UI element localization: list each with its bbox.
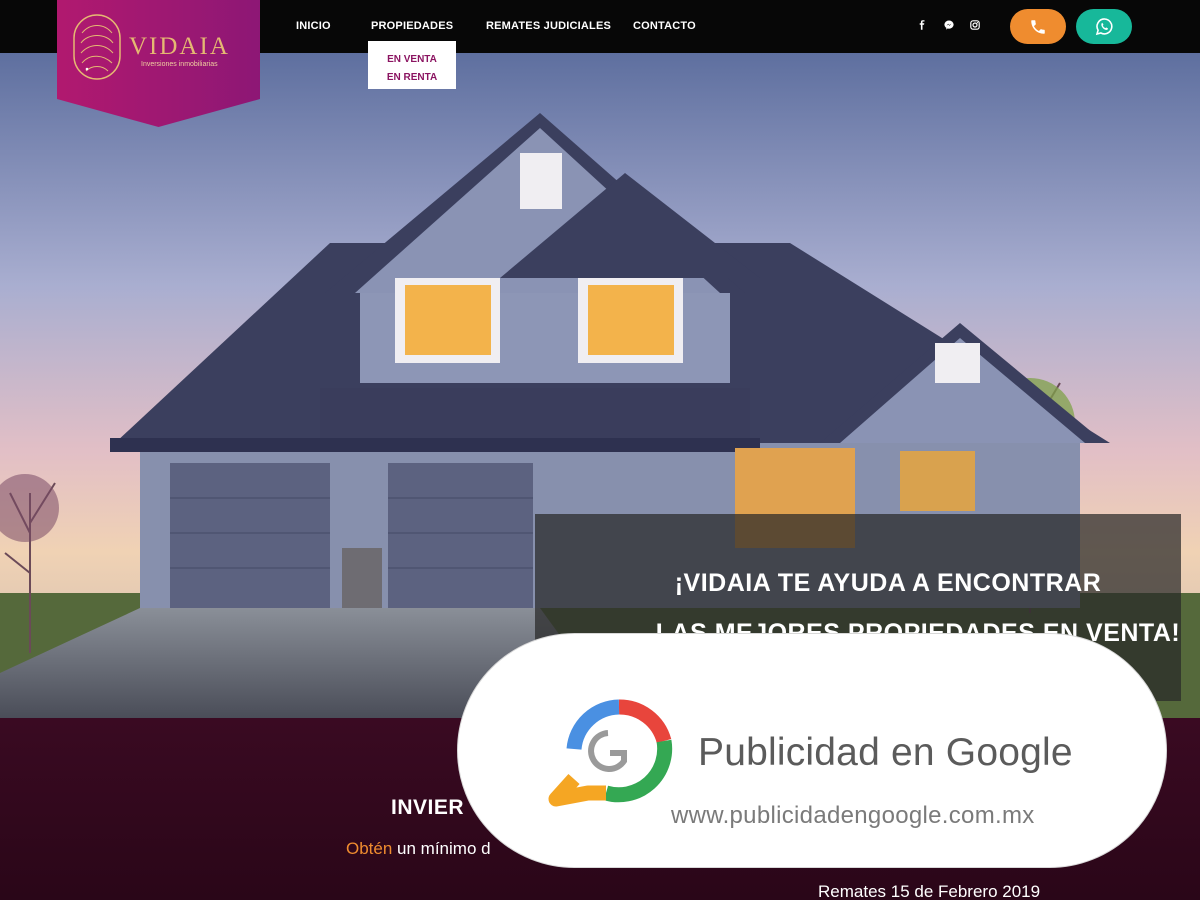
dropdown-item-en-renta[interactable]: EN RENTA bbox=[368, 69, 456, 87]
instagram-icon[interactable] bbox=[968, 20, 982, 34]
brand-tagline: Inversiones inmobiliarias bbox=[141, 61, 218, 68]
brand-name: VIDAIA bbox=[129, 33, 230, 60]
hero-headline-line1: ¡VIDAIA TE AYUDA A ENCONTRAR bbox=[674, 569, 1102, 597]
nav-item-inicio[interactable]: INICIO bbox=[296, 20, 331, 32]
hero-section: ¡VIDAIA TE AYUDA A ENCONTRAR LAS MEJORES… bbox=[0, 53, 1200, 718]
publicidad-google-logo-icon bbox=[548, 699, 673, 807]
dropdown-item-en-venta[interactable]: EN VENTA bbox=[368, 51, 456, 69]
whatsapp-icon bbox=[1095, 18, 1113, 36]
investment-heading: INVIER bbox=[391, 796, 465, 819]
facebook-icon[interactable] bbox=[915, 20, 929, 34]
propiedades-dropdown: EN VENTA EN RENTA bbox=[368, 41, 456, 89]
nav-item-remates-judiciales[interactable]: REMATES JUDICIALES bbox=[486, 20, 611, 32]
phone-button[interactable] bbox=[1010, 9, 1066, 44]
ad-url[interactable]: www.publicidadengoogle.com.mx bbox=[671, 802, 1035, 830]
nav-item-contacto[interactable]: CONTACTO bbox=[633, 20, 696, 32]
whatsapp-button[interactable] bbox=[1076, 9, 1132, 44]
phone-icon bbox=[1031, 19, 1045, 34]
subtext-highlight: Obtén bbox=[346, 839, 393, 858]
google-ad-overlay[interactable]: Publicidad en Google www.publicidadengoo… bbox=[457, 633, 1167, 868]
remates-date: Remates 15 de Febrero 2019 bbox=[818, 882, 1041, 900]
fingerprint-logo-icon bbox=[73, 14, 121, 80]
subtext-rest: un mínimo d bbox=[392, 839, 491, 858]
ad-title: Publicidad en Google bbox=[698, 731, 1073, 774]
messenger-icon[interactable] bbox=[942, 20, 956, 34]
investment-subtext: Obtén un mínimo d bbox=[346, 839, 491, 859]
nav-item-propiedades[interactable]: PROPIEDADES bbox=[371, 20, 453, 32]
